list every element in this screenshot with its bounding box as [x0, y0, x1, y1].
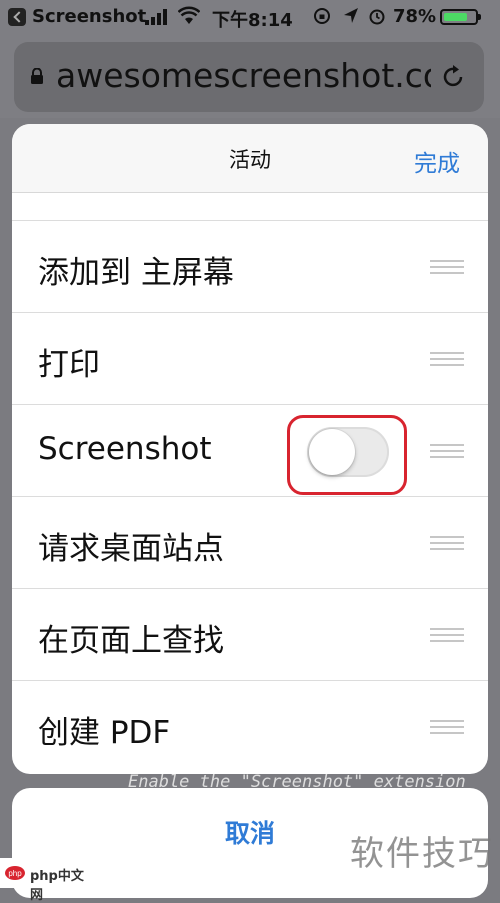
watermark-left-text: php中文网 — [30, 869, 84, 903]
list-item-label: 添加到 主屏幕 — [38, 255, 234, 291]
location-icon — [344, 8, 358, 23]
wifi-icon — [178, 6, 200, 24]
status-bar: Screenshot 下午8:14 78% — [0, 0, 500, 34]
done-button[interactable]: 完成 — [414, 144, 460, 178]
battery-icon — [440, 9, 481, 25]
battery-fill — [444, 13, 467, 21]
drag-handle-icon[interactable] — [430, 444, 464, 458]
list-item-label: 在页面上查找 — [38, 623, 224, 659]
lock-icon — [31, 68, 43, 84]
list-item-print[interactable]: 打印 — [12, 312, 488, 404]
svg-text:php: php — [8, 869, 22, 878]
rotation-lock-icon — [314, 8, 330, 24]
url-text[interactable]: awesomescreenshot.com — [56, 52, 431, 100]
list-item-find-on-page[interactable]: 在页面上查找 — [12, 588, 488, 680]
drag-handle-icon[interactable] — [430, 628, 464, 642]
status-time: 下午8:14 — [212, 10, 293, 31]
drag-handle-icon[interactable] — [430, 352, 464, 366]
activity-sheet: 活动 完成 添加到 主屏幕 打印 Screenshot 请求桌面站点 在页面上查… — [12, 124, 488, 774]
list-item-add-to-home[interactable]: 添加到 主屏幕 — [12, 220, 488, 312]
battery-percent: 78% — [393, 6, 437, 27]
activity-list: 添加到 主屏幕 打印 Screenshot 请求桌面站点 在页面上查找 创建 P… — [12, 220, 488, 772]
list-item-screenshot[interactable]: Screenshot — [12, 404, 488, 496]
reload-icon[interactable] — [438, 62, 468, 92]
list-item-create-pdf[interactable]: 创建 PDF — [12, 680, 488, 772]
alarm-icon — [369, 9, 385, 25]
url-area: awesomescreenshot.com — [0, 34, 500, 118]
list-item-label: 打印 — [38, 347, 100, 383]
watermark-right: 软件技巧 — [350, 834, 494, 874]
drag-handle-icon[interactable] — [430, 720, 464, 734]
back-app-label[interactable]: Screenshot — [32, 6, 146, 27]
list-item-label: 创建 PDF — [38, 715, 171, 751]
sheet-header: 活动 完成 — [12, 124, 488, 193]
signal-icon — [145, 9, 169, 25]
list-item-request-desktop[interactable]: 请求桌面站点 — [12, 496, 488, 588]
drag-handle-icon[interactable] — [430, 260, 464, 274]
screenshot-toggle[interactable] — [307, 427, 389, 477]
php-logo-icon: php — [5, 866, 25, 880]
toggle-knob — [309, 429, 355, 475]
list-item-label: 请求桌面站点 — [38, 531, 224, 567]
list-item-label: Screenshot — [38, 431, 212, 467]
address-bar[interactable]: awesomescreenshot.com — [14, 42, 484, 112]
watermark-left: php php中文网 — [0, 858, 90, 903]
back-icon[interactable] — [8, 8, 26, 26]
drag-handle-icon[interactable] — [430, 536, 464, 550]
